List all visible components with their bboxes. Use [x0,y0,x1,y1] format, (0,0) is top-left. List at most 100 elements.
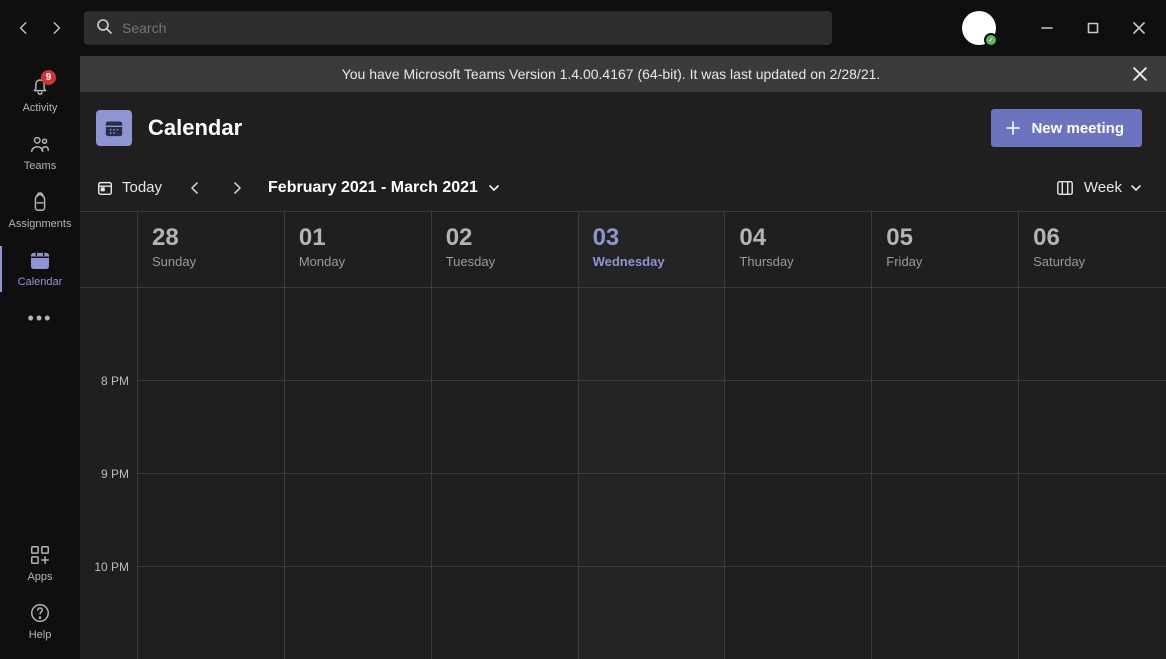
hour-cell[interactable] [285,567,431,659]
backpack-icon [28,190,52,214]
hour-cell[interactable] [285,288,431,381]
hour-cell[interactable] [1019,381,1166,474]
hour-cell[interactable] [432,474,578,567]
search-box[interactable] [84,11,832,45]
hour-cell[interactable] [725,381,871,474]
plus-icon [1005,120,1021,136]
hour-cell[interactable] [138,567,284,659]
hour-cell[interactable] [725,288,871,381]
day-column: 01 Monday [285,212,432,659]
rail-item-teams[interactable]: Teams [0,124,80,182]
time-label: 10 PM [80,567,137,659]
hour-cell[interactable] [872,567,1018,659]
nav-forward-button[interactable] [40,12,72,44]
rail-label: Help [29,629,52,641]
rail-label: Teams [24,160,56,172]
hour-cell[interactable] [1019,288,1166,381]
hour-cell[interactable] [872,288,1018,381]
day-name: Tuesday [446,254,564,269]
rail-item-activity[interactable]: 9 Activity [0,66,80,124]
hour-cell[interactable] [285,474,431,567]
hour-cell[interactable] [1019,474,1166,567]
week-view-icon [1056,179,1074,197]
new-meeting-label: New meeting [1031,120,1124,137]
search-input[interactable] [122,20,820,36]
hour-cell[interactable] [138,381,284,474]
hour-cell[interactable] [579,288,725,381]
day-header[interactable]: 01 Monday [285,212,431,288]
day-column: 03 Wednesday [579,212,726,659]
hour-cell[interactable] [432,288,578,381]
rail-label: Apps [27,571,52,583]
hour-cell[interactable] [138,474,284,567]
window-minimize-button[interactable] [1024,12,1070,44]
rail-item-assignments[interactable]: Assignments [0,182,80,240]
rail-label: Assignments [9,218,72,230]
calendar-toolbar: Today February 2021 - March 2021 Week [80,164,1166,212]
day-number: 06 [1033,224,1152,252]
day-number: 01 [299,224,417,252]
day-name: Sunday [152,254,270,269]
day-header[interactable]: 28Sunday [138,212,284,288]
day-name: Monday [299,254,417,269]
today-button[interactable]: Today [96,179,162,197]
hour-cell[interactable] [579,567,725,659]
hour-cell[interactable] [138,288,284,381]
rail-label: Calendar [18,276,63,288]
day-column: 06Saturday [1019,212,1166,659]
day-header[interactable]: 02 Tuesday [432,212,578,288]
hour-cell[interactable] [872,381,1018,474]
rail-more-button[interactable]: ••• [0,302,80,334]
ellipsis-icon: ••• [28,308,53,329]
date-range-picker[interactable]: February 2021 - March 2021 [268,179,500,197]
calendar-today-icon [96,179,114,197]
day-number: 02 [446,224,564,252]
calendar-icon [28,248,52,272]
rail-item-help[interactable]: Help [0,593,80,651]
hour-cell[interactable] [1019,567,1166,659]
prev-week-button[interactable] [180,173,210,203]
today-label: Today [122,179,162,196]
view-picker[interactable]: Week [1056,179,1142,197]
rail-item-apps[interactable]: Apps [0,535,80,593]
titlebar [0,0,1166,56]
day-column: 04Thursday [725,212,872,659]
hour-cell[interactable] [432,381,578,474]
next-week-button[interactable] [222,173,252,203]
hour-cell[interactable] [285,381,431,474]
hour-cell[interactable] [579,381,725,474]
view-label: Week [1084,179,1122,196]
time-gutter: 8 PM9 PM10 PM [80,212,138,659]
day-header[interactable]: 03 Wednesday [579,212,725,288]
app-rail: 9 Activity Teams Assignments Calendar [0,56,80,659]
calendar-app-icon [96,110,132,146]
notice-close-button[interactable] [1128,62,1152,86]
day-column: 05Friday [872,212,1019,659]
day-number: 03 [593,224,711,252]
hour-cell[interactable] [579,474,725,567]
hour-cell[interactable] [725,567,871,659]
avatar[interactable] [962,11,996,45]
nav-back-button[interactable] [8,12,40,44]
time-label: 9 PM [80,474,137,567]
day-header[interactable]: 06Saturday [1019,212,1166,288]
day-header[interactable]: 05Friday [872,212,1018,288]
chevron-left-icon [189,182,201,194]
hour-cell[interactable] [432,567,578,659]
day-header[interactable]: 04Thursday [725,212,871,288]
activity-badge: 9 [41,70,56,85]
window-maximize-button[interactable] [1070,12,1116,44]
window-close-button[interactable] [1116,12,1162,44]
new-meeting-button[interactable]: New meeting [991,109,1142,147]
day-column: 28Sunday [138,212,285,659]
hour-cell[interactable] [872,474,1018,567]
teams-icon [28,132,52,156]
day-name: Wednesday [593,254,711,269]
rail-item-calendar[interactable]: Calendar [0,240,80,298]
close-icon [1133,67,1147,81]
chevron-down-icon [488,182,500,194]
hour-cell[interactable] [725,474,871,567]
chevron-down-icon [1130,182,1142,194]
time-label [80,288,137,381]
day-column: 02 Tuesday [432,212,579,659]
